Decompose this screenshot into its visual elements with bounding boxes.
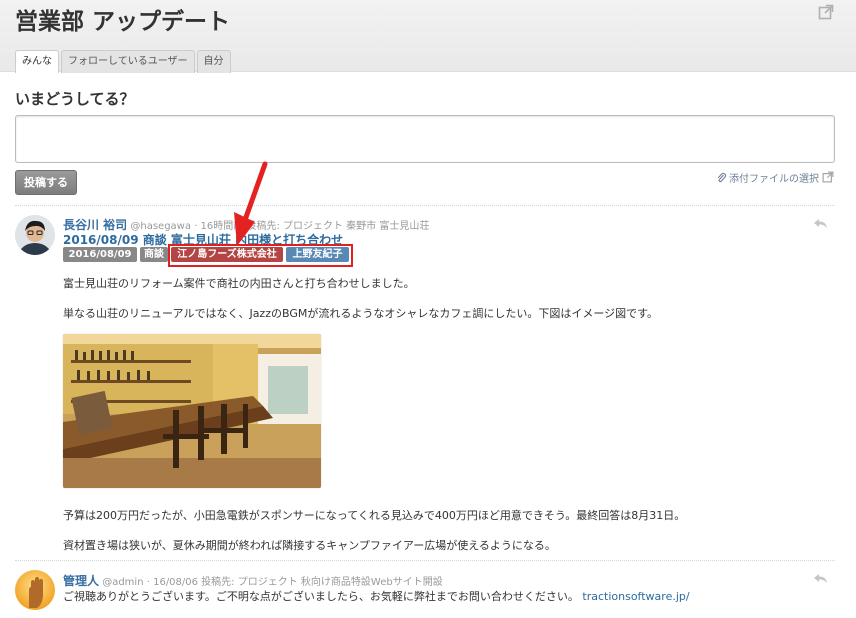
attach-file-link[interactable]: 添付ファイルの選択 xyxy=(717,170,834,185)
annotation-arrow-icon xyxy=(234,161,268,246)
author-name[interactable]: 長谷川 裕司 xyxy=(63,218,127,232)
post-button[interactable]: 投稿する xyxy=(15,170,77,195)
website-link[interactable]: tractionsoftware.jp/ xyxy=(582,590,689,603)
avatar[interactable] xyxy=(15,570,55,610)
post-paragraph: 資材置き場は狭いが、夏休み期間が終われば隣接するキャンプファイアー広場が使えるよ… xyxy=(63,539,556,552)
divider xyxy=(15,560,835,561)
attach-file-label: 添付ファイルの選択 xyxy=(729,173,819,185)
avatar[interactable] xyxy=(15,215,55,255)
cafe-interior-image[interactable] xyxy=(63,334,321,488)
tab-self[interactable]: 自分 xyxy=(196,50,231,73)
tab-everyone[interactable]: みんな xyxy=(15,50,59,73)
post-paragraph: 予算は200万円だったが、小田急電鉄がスポンサーになってくれる見込みで400万円… xyxy=(63,509,686,522)
tab-following[interactable]: フォローしているユーザー xyxy=(61,50,195,73)
post-title-prefix: 2016/08/09 商談 xyxy=(63,233,171,247)
reply-icon[interactable] xyxy=(814,219,828,229)
message-text: ご視聴ありがとうございます。ご不明な点がございましたら、お気軽に弊社までお問い合… xyxy=(63,590,579,603)
post-paragraph: 単なる山荘のリニューアルではなく、JazzのBGMが流れるようなオシャレなカフェ… xyxy=(63,307,659,320)
tab-bar: みんな フォローしているユーザー 自分 xyxy=(15,50,233,73)
post-message: ご視聴ありがとうございます。ご不明な点がございましたら、お気軽に弊社までお問い合… xyxy=(63,588,690,604)
post-info: · 16/08/06 投稿先: プロジェクト 秋向け商品特設Webサイト開設 xyxy=(146,577,443,588)
page-title: 営業部 アップデート xyxy=(15,9,231,35)
post-meta: 管理人 @admin · 16/08/06 投稿先: プロジェクト 秋向け商品特… xyxy=(63,572,443,589)
tag-category[interactable]: 商談 xyxy=(140,247,168,262)
author-name[interactable]: 管理人 xyxy=(63,574,99,588)
paperclip-icon xyxy=(717,172,726,182)
external-link-icon[interactable] xyxy=(818,4,834,20)
divider xyxy=(15,205,835,206)
external-link-icon xyxy=(822,171,834,183)
author-handle: @admin xyxy=(102,577,144,588)
post-paragraph: 富士見山荘のリフォーム案件で商社の内田さんと打ち合わせしました。 xyxy=(63,277,415,290)
compose-prompt: いまどうしてる？ xyxy=(15,90,135,108)
tag-date[interactable]: 2016/08/09 xyxy=(63,247,137,262)
reply-icon[interactable] xyxy=(814,574,828,584)
compose-textarea[interactable] xyxy=(15,115,835,163)
